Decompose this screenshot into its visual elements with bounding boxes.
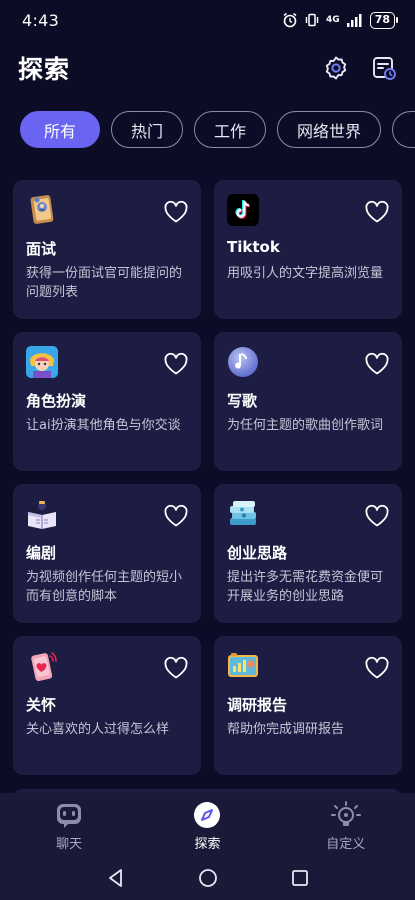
home-icon[interactable] (197, 867, 219, 889)
music-note-icon (227, 346, 259, 378)
network-type: 4G (326, 15, 340, 25)
recents-icon[interactable] (289, 867, 311, 889)
nav-label: 聊天 (56, 837, 83, 852)
header: 探索 (0, 40, 415, 96)
roleplay-character-icon (26, 346, 58, 378)
tiktok-icon (227, 194, 259, 226)
card-roleplay[interactable]: 角色扮演 让ai扮演其他角色与你交谈 (13, 332, 201, 471)
card-description: 提出许多无需花费资金便可开展业务的创业思路 (227, 570, 384, 604)
settings-icon[interactable] (323, 55, 349, 81)
chip-all[interactable]: 所有 (20, 111, 101, 148)
heart-icon[interactable] (163, 352, 189, 376)
card-description: 让ai扮演其他角色与你交谈 (26, 418, 181, 433)
card-description: 帮助你完成调研报告 (227, 722, 345, 737)
nav-chat[interactable]: 聊天 (9, 793, 129, 855)
money-stack-icon (227, 498, 259, 530)
nav-explore[interactable]: 探索 (147, 793, 267, 855)
heart-icon[interactable] (364, 656, 390, 680)
card-title: 关怀 (26, 696, 57, 714)
card-title: 创业思路 (227, 544, 288, 562)
card-tiktok[interactable]: Tiktok 用吸引人的文字提高浏览量 (214, 180, 402, 319)
chip-work[interactable]: 工作 (194, 111, 267, 148)
lightbulb-icon (330, 801, 361, 829)
card-title: 面试 (26, 240, 57, 258)
battery-indicator: 78 (369, 11, 399, 29)
card-description: 为任何主题的歌曲创作歌词 (227, 418, 384, 433)
page-title: 探索 (18, 55, 71, 84)
signal-icon (346, 13, 364, 27)
heart-icon[interactable] (364, 200, 390, 224)
chat-robot-icon (54, 801, 84, 829)
card-title: 角色扮演 (26, 392, 87, 410)
status-indicators: 4G 78 (282, 11, 399, 29)
heart-phone-icon (26, 650, 58, 682)
card-interview[interactable]: 面试 获得一份面试官可能提问的问题列表 (13, 180, 201, 319)
card-title: 编剧 (26, 544, 57, 562)
nav-label: 自定义 (326, 837, 366, 852)
interview-book-icon (26, 194, 58, 226)
status-time: 4:43 (22, 10, 60, 30)
chip-more[interactable] (392, 111, 415, 148)
status-bar: 4:43 4G 78 (0, 0, 415, 40)
card-description: 用吸引人的文字提高浏览量 (227, 266, 384, 281)
card-care[interactable]: 关怀 关心喜欢的人过得怎么样 (13, 636, 201, 775)
chip-internet-world[interactable]: 网络世界 (277, 111, 382, 148)
research-report-icon (227, 650, 259, 682)
filter-chips: 所有 热门 工作 网络世界 (20, 111, 415, 148)
card-description: 关心喜欢的人过得怎么样 (26, 722, 170, 737)
heart-icon[interactable] (364, 504, 390, 528)
vibrate-icon (304, 12, 320, 28)
card-research-report[interactable]: 调研报告 帮助你完成调研报告 (214, 636, 402, 775)
bottom-nav: 聊天 探索 自定义 (0, 793, 415, 855)
back-icon[interactable] (105, 867, 127, 889)
chip-hot[interactable]: 热门 (111, 111, 184, 148)
card-description: 获得一份面试官可能提问的问题列表 (26, 266, 183, 300)
script-book-icon (26, 498, 58, 530)
card-description: 为视频创作任何主题的短小而有创意的脚本 (26, 570, 183, 604)
history-icon[interactable] (371, 55, 397, 81)
heart-icon[interactable] (163, 504, 189, 528)
card-title: 写歌 (227, 392, 258, 410)
card-songwriting[interactable]: 写歌 为任何主题的歌曲创作歌词 (214, 332, 402, 471)
nav-custom[interactable]: 自定义 (286, 793, 406, 855)
card-startup-ideas[interactable]: 创业思路 提出许多无需花费资金便可开展业务的创业思路 (214, 484, 402, 623)
card-screenwriting[interactable]: 编剧 为视频创作任何主题的短小而有创意的脚本 (13, 484, 201, 623)
system-nav-bar (0, 855, 415, 900)
heart-icon[interactable] (364, 352, 390, 376)
prompt-grid: 面试 获得一份面试官可能提问的问题列表 Tiktok 用吸引人的文字提高浏览量 … (13, 180, 402, 775)
compass-icon (192, 801, 222, 829)
nav-label: 探索 (194, 837, 221, 852)
heart-icon[interactable] (163, 656, 189, 680)
heart-icon[interactable] (163, 200, 189, 224)
card-title: Tiktok (227, 238, 280, 256)
card-title: 调研报告 (227, 696, 288, 714)
alarm-icon (282, 12, 298, 28)
